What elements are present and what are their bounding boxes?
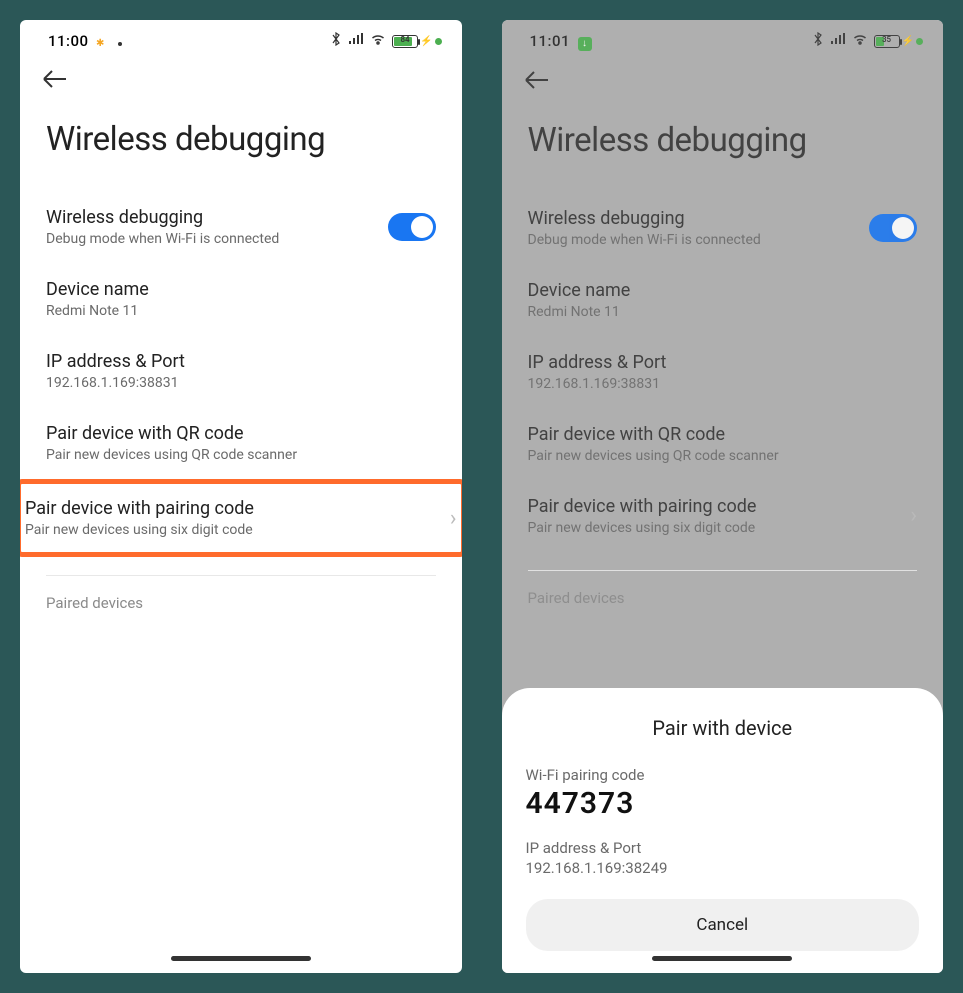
battery-icon: 84 — [392, 35, 418, 48]
toggle-switch[interactable] — [388, 213, 436, 241]
paired-devices-label: Paired devices — [46, 588, 436, 618]
green-dot-icon — [916, 38, 923, 45]
device-name-title: Device name — [46, 279, 436, 300]
ip-port-value: 192.168.1.169:38831 — [528, 376, 918, 392]
signal-icon — [830, 33, 846, 49]
green-dot-icon — [435, 38, 442, 45]
page-title: Wireless debugging — [502, 97, 944, 192]
pair-qr-row[interactable]: Pair device with QR code Pair new device… — [528, 408, 918, 480]
toggle-title: Wireless debugging — [528, 208, 870, 229]
ip-port-row[interactable]: IP address & Port 192.168.1.169:38831 — [46, 335, 436, 407]
cancel-button[interactable]: Cancel — [526, 899, 920, 951]
pair-qr-row[interactable]: Pair device with QR code Pair new device… — [46, 407, 436, 479]
flag-icon: ✱ — [96, 38, 104, 49]
ip-port-row[interactable]: IP address & Port 192.168.1.169:38831 — [528, 336, 918, 408]
bluetooth-icon — [812, 32, 824, 50]
ip-port-title: IP address & Port — [528, 352, 918, 373]
ip-port-value: 192.168.1.169:38831 — [46, 375, 436, 391]
wireless-debug-toggle-row[interactable]: Wireless debugging Debug mode when Wi-Fi… — [528, 192, 918, 264]
status-bar: 11:01 ↓ 35 ⚡ — [502, 20, 944, 59]
wifi-icon — [370, 33, 386, 49]
paired-devices-label: Paired devices — [528, 583, 918, 613]
status-time: 11:01 — [530, 32, 571, 50]
device-name-row[interactable]: Device name Redmi Note 11 — [528, 264, 918, 336]
charging-icon: ⚡ — [420, 36, 432, 47]
download-icon: ↓ — [578, 37, 592, 51]
dot-icon — [118, 42, 122, 46]
device-name-value: Redmi Note 11 — [46, 303, 436, 319]
battery-icon: 35 — [874, 35, 900, 48]
wifi-icon — [852, 33, 868, 49]
pair-qr-title: Pair device with QR code — [46, 423, 436, 444]
signal-icon — [348, 33, 364, 49]
pair-code-title: Pair device with pairing code — [25, 498, 450, 519]
chevron-right-icon: › — [450, 506, 457, 531]
charging-icon: ⚡ — [902, 36, 914, 47]
page-title: Wireless debugging — [20, 96, 462, 191]
bluetooth-icon — [330, 32, 342, 50]
toggle-subtitle: Debug mode when Wi-Fi is connected — [528, 232, 870, 248]
pair-bottom-sheet: Pair with device Wi-Fi pairing code 4473… — [502, 688, 944, 973]
toggle-switch[interactable] — [869, 214, 917, 242]
toggle-title: Wireless debugging — [46, 207, 388, 228]
sheet-ip-label: IP address & Port — [526, 839, 920, 857]
home-indicator[interactable] — [171, 956, 311, 961]
ip-port-title: IP address & Port — [46, 351, 436, 372]
divider — [528, 570, 918, 571]
device-name-row[interactable]: Device name Redmi Note 11 — [46, 263, 436, 335]
pair-code-subtitle: Pair new devices using six digit code — [25, 522, 450, 538]
pair-qr-subtitle: Pair new devices using QR code scanner — [528, 448, 918, 464]
highlighted-pair-code-row: Pair device with pairing code Pair new d… — [20, 479, 462, 557]
wireless-debug-toggle-row[interactable]: Wireless debugging Debug mode when Wi-Fi… — [46, 191, 436, 263]
pair-code-row[interactable]: Pair device with pairing code Pair new d… — [20, 484, 462, 552]
back-button[interactable] — [20, 58, 462, 96]
chevron-right-icon: › — [910, 503, 917, 528]
pairing-code-value: 447373 — [526, 786, 920, 821]
home-indicator[interactable] — [652, 956, 792, 961]
back-button[interactable] — [502, 59, 944, 97]
sheet-title: Pair with device — [526, 716, 920, 740]
pair-qr-subtitle: Pair new devices using QR code scanner — [46, 447, 436, 463]
pair-code-subtitle: Pair new devices using six digit code — [528, 520, 911, 536]
pair-code-title: Pair device with pairing code — [528, 496, 911, 517]
pair-code-row[interactable]: Pair device with pairing code Pair new d… — [528, 480, 918, 552]
pair-qr-title: Pair device with QR code — [528, 424, 918, 445]
device-name-title: Device name — [528, 280, 918, 301]
divider — [46, 575, 436, 576]
status-bar: 11:00 ✱ 84 ⚡ — [20, 20, 462, 58]
pairing-code-label: Wi-Fi pairing code — [526, 766, 920, 784]
toggle-subtitle: Debug mode when Wi-Fi is connected — [46, 231, 388, 247]
device-name-value: Redmi Note 11 — [528, 304, 918, 320]
status-time: 11:00 — [48, 32, 89, 50]
sheet-ip-value: 192.168.1.169:38249 — [526, 859, 920, 877]
